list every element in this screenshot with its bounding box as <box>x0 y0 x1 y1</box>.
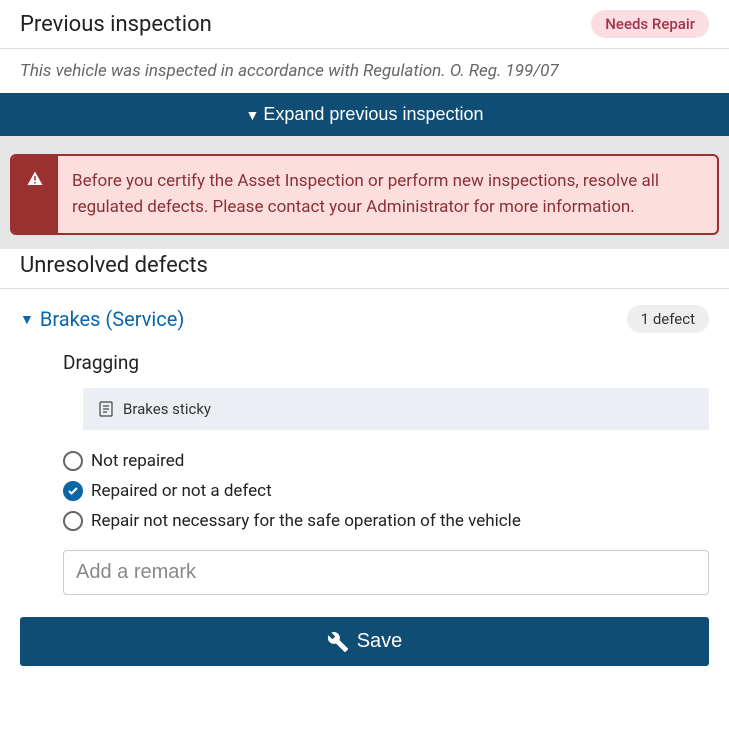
defect-count-badge: 1 defect <box>627 305 709 333</box>
defect-section: ▼ Brakes (Service) 1 defect Dragging Bra… <box>0 289 729 595</box>
radio-label: Not repaired <box>91 451 184 471</box>
wrench-icon <box>327 631 349 653</box>
radio-label: Repair not necessary for the safe operat… <box>91 511 521 531</box>
unresolved-defects-title: Unresolved defects <box>20 253 709 278</box>
previous-inspection-section: Previous inspection Needs Repair This ve… <box>0 0 729 136</box>
radio-option-not-necessary[interactable]: Repair not necessary for the safe operat… <box>63 506 709 536</box>
radio-icon-selected <box>63 481 83 501</box>
defect-note: Brakes sticky <box>83 388 709 430</box>
alert-wrapper: Before you certify the Asset Inspection … <box>0 136 729 249</box>
defect-note-text: Brakes sticky <box>123 400 211 418</box>
alert-message: Before you certify the Asset Inspection … <box>58 156 717 233</box>
repair-status-radio-group: Not repaired Repaired or not a defect Re… <box>63 446 709 536</box>
chevron-down-icon: ▼ <box>20 311 34 328</box>
previous-inspection-title: Previous inspection <box>20 12 212 37</box>
status-badge: Needs Repair <box>591 10 709 38</box>
radio-icon <box>63 511 83 531</box>
defect-category-toggle[interactable]: ▼ Brakes (Service) 1 defect <box>20 305 709 341</box>
defect-category-left: ▼ Brakes (Service) <box>20 307 184 331</box>
radio-option-repaired[interactable]: Repaired or not a defect <box>63 476 709 506</box>
expand-previous-inspection-button[interactable]: ▼ Expand previous inspection <box>0 93 729 136</box>
defect-category-name: Brakes (Service) <box>40 307 184 331</box>
alert-box: Before you certify the Asset Inspection … <box>10 154 719 235</box>
unresolved-defects-header: Unresolved defects <box>0 249 729 289</box>
radio-label: Repaired or not a defect <box>91 481 272 501</box>
remark-input[interactable] <box>63 550 709 595</box>
radio-icon <box>63 451 83 471</box>
defect-item: Dragging Brakes sticky Not repaired <box>20 341 709 595</box>
check-icon <box>67 485 79 497</box>
document-icon <box>99 401 113 417</box>
warning-icon <box>26 170 44 188</box>
expand-button-label: Expand previous inspection <box>263 104 483 125</box>
chevron-down-icon: ▼ <box>246 107 260 123</box>
save-button[interactable]: Save <box>20 617 709 666</box>
save-button-label: Save <box>357 630 403 653</box>
defect-item-title: Dragging <box>63 351 709 374</box>
alert-icon-box <box>12 156 58 233</box>
radio-option-not-repaired[interactable]: Not repaired <box>63 446 709 476</box>
compliance-statement: This vehicle was inspected in accordance… <box>0 49 729 93</box>
previous-inspection-header: Previous inspection Needs Repair <box>0 0 729 49</box>
